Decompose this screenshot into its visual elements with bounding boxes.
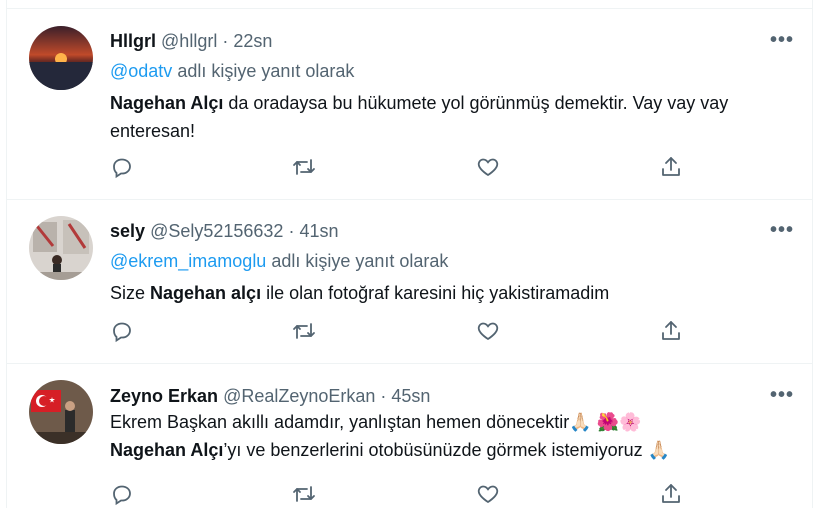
tweet-line-1: Ekrem Başkan akıllı adamdır, yanlıştan h… bbox=[110, 408, 790, 436]
tweet-header: sely @Sely52156632 · 41sn bbox=[110, 221, 338, 242]
retweet-icon[interactable] bbox=[292, 155, 318, 181]
separator: · bbox=[217, 31, 234, 51]
more-icon[interactable]: ••• bbox=[770, 29, 794, 52]
reply-context: @ekrem_imamoglu adlı kişiye yanıt olarak bbox=[110, 251, 448, 272]
tweet-text-pre: Size bbox=[110, 283, 151, 303]
separator: · bbox=[375, 386, 392, 406]
avatar[interactable] bbox=[29, 26, 93, 90]
tweet[interactable]: Zeyno Erkan @RealZeynoErkan · 45sn ••• E… bbox=[7, 364, 812, 514]
reply-suffix: adlı kişiye yanıt olarak bbox=[266, 251, 449, 271]
emoji-group: 🙏🏻 🌺🌸 bbox=[569, 412, 642, 432]
separator: · bbox=[283, 221, 300, 241]
tweet[interactable]: Hllgrl @hllgrl · 22sn ••• @odatv adlı ki… bbox=[7, 8, 812, 200]
bold-name: Nagehan alçı bbox=[150, 283, 262, 303]
timestamp[interactable]: 45sn bbox=[391, 386, 430, 406]
timeline: Hllgrl @hllgrl · 22sn ••• @odatv adlı ki… bbox=[6, 0, 813, 508]
display-name[interactable]: Zeyno Erkan bbox=[110, 386, 218, 406]
mention-link[interactable]: @odatv bbox=[110, 61, 172, 81]
tweet-header: Zeyno Erkan @RealZeynoErkan · 45sn bbox=[110, 386, 430, 407]
like-icon[interactable] bbox=[476, 319, 502, 345]
more-icon[interactable]: ••• bbox=[770, 219, 794, 242]
tweet-actions bbox=[110, 155, 710, 183]
handle[interactable]: @hllgrl bbox=[161, 31, 217, 51]
tweet-actions bbox=[110, 482, 710, 510]
avatar[interactable] bbox=[29, 216, 93, 280]
tweet[interactable]: sely @Sely52156632 · 41sn ••• @ekrem_ima… bbox=[7, 199, 812, 364]
avatar[interactable] bbox=[29, 380, 93, 444]
tweet-text: Size Nagehan alçı ile olan fotoğraf kare… bbox=[110, 279, 790, 307]
share-icon[interactable] bbox=[659, 482, 685, 508]
mention-link[interactable]: @ekrem_imamoglu bbox=[110, 251, 266, 271]
bold-name: Nagehan Alçı bbox=[110, 440, 224, 460]
share-icon[interactable] bbox=[659, 319, 685, 345]
tweet-text: Ekrem Başkan akıllı adamdır, yanlıştan h… bbox=[110, 408, 790, 464]
tweet-actions bbox=[110, 319, 710, 347]
tweet-line-2: Nagehan Alçı’yı ve benzerlerini otobüsün… bbox=[110, 436, 790, 464]
tweet-text-line1: Ekrem Başkan akıllı adamdır, yanlıştan h… bbox=[110, 412, 570, 432]
retweet-icon[interactable] bbox=[292, 482, 318, 508]
display-name[interactable]: sely bbox=[110, 221, 145, 241]
share-icon[interactable] bbox=[659, 155, 685, 181]
handle[interactable]: @Sely52156632 bbox=[150, 221, 283, 241]
display-name[interactable]: Hllgrl bbox=[110, 31, 156, 51]
tweet-text-rest: ile olan fotoğraf karesini hiç yakistira… bbox=[261, 283, 610, 303]
bold-name: Nagehan Alçı bbox=[110, 93, 224, 113]
reply-icon[interactable] bbox=[110, 155, 136, 181]
emoji-group: 🙏🏻 bbox=[647, 440, 671, 460]
timestamp[interactable]: 41sn bbox=[299, 221, 338, 241]
tweet-header: Hllgrl @hllgrl · 22sn bbox=[110, 31, 272, 52]
reply-icon[interactable] bbox=[110, 482, 136, 508]
timestamp[interactable]: 22sn bbox=[233, 31, 272, 51]
like-icon[interactable] bbox=[476, 155, 502, 181]
retweet-icon[interactable] bbox=[292, 319, 318, 345]
reply-suffix: adlı kişiye yanıt olarak bbox=[172, 61, 355, 81]
tweet-text-line2: ’yı ve benzerlerini otobüsünüzde görmek … bbox=[223, 440, 643, 460]
reply-icon[interactable] bbox=[110, 319, 136, 345]
more-icon[interactable]: ••• bbox=[770, 384, 794, 407]
handle[interactable]: @RealZeynoErkan bbox=[223, 386, 375, 406]
like-icon[interactable] bbox=[476, 482, 502, 508]
tweet-text: Nagehan Alçı da oradaysa bu hükumete yol… bbox=[110, 89, 790, 145]
reply-context: @odatv adlı kişiye yanıt olarak bbox=[110, 61, 354, 82]
